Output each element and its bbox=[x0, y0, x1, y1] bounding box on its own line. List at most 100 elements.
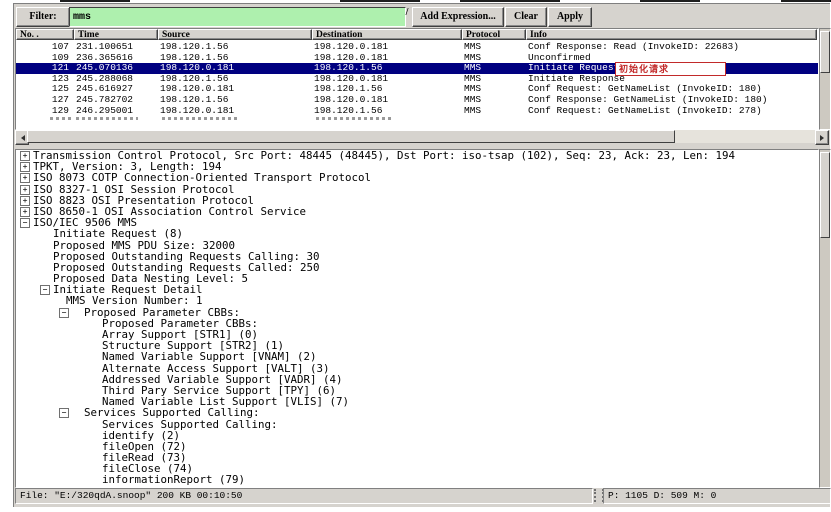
filter-input[interactable] bbox=[69, 7, 406, 27]
protocol-cell: MMS bbox=[462, 95, 526, 106]
protocol-detail-pane: +Transmission Control Protocol, Src Port… bbox=[15, 149, 819, 488]
destination-cell: 198.120.0.181 bbox=[312, 53, 462, 64]
app-window: { "colors": { "selection_bg": "#000080",… bbox=[0, 0, 831, 512]
column-header-source[interactable]: Source bbox=[158, 29, 312, 40]
collapse-minus-icon[interactable]: − bbox=[59, 308, 69, 318]
expand-plus-icon[interactable]: + bbox=[20, 196, 30, 206]
destination-cell: 198.120.0.181 bbox=[312, 95, 462, 106]
column-header-time[interactable]: Time bbox=[74, 29, 158, 40]
protocol-cell: MMS bbox=[462, 74, 526, 85]
no-cell: 123 bbox=[16, 74, 74, 85]
filter-input-field[interactable] bbox=[73, 9, 405, 26]
source-cell: 198.120.0.181 bbox=[158, 63, 312, 74]
packet-row-125[interactable]: 125245.616927198.120.0.181198.120.1.56MM… bbox=[16, 84, 818, 95]
clear-filter-button[interactable]: Clear bbox=[505, 7, 547, 27]
detail-pane-scroll-thumb[interactable] bbox=[820, 152, 830, 238]
status-packet-counters: P: 1105 D: 509 M: 0 bbox=[603, 488, 831, 504]
packet-row-107[interactable]: 107231.100651198.120.1.56198.120.0.181MM… bbox=[16, 42, 818, 53]
column-header-protocol[interactable]: Protocol bbox=[462, 29, 526, 40]
packet-list-rows: 107231.100651198.120.1.56198.120.0.181MM… bbox=[16, 42, 818, 126]
no-cell: 121 bbox=[16, 63, 74, 74]
tree-line[interactable]: − Services Supported Calling: bbox=[16, 407, 818, 418]
protocol-cell: MMS bbox=[462, 42, 526, 53]
tree-line-text: informationReport (79) bbox=[102, 474, 245, 485]
tree-line-text: Initiate Request (8) bbox=[53, 228, 183, 239]
collapse-minus-icon[interactable]: − bbox=[40, 285, 50, 295]
tree-line[interactable]: MMS Version Number: 1 bbox=[16, 295, 818, 306]
packet-row-129[interactable]: 129246.295001198.120.0.181198.120.1.56MM… bbox=[16, 106, 818, 117]
info-cell: Conf Response: GetNameList (InvokeID: 18… bbox=[526, 95, 817, 106]
collapse-minus-icon[interactable]: − bbox=[59, 408, 69, 418]
source-cell: 198.120.0.181 bbox=[158, 84, 312, 95]
source-cell: 198.120.0.181 bbox=[158, 106, 312, 117]
analyzer-window: Filter: / Add Expression... Clear Apply … bbox=[13, 3, 830, 507]
filter-entry-slash-mark: / bbox=[403, 7, 411, 25]
time-cell: 246.295001 bbox=[74, 106, 158, 117]
source-cell: 198.120.1.56 bbox=[158, 53, 312, 64]
protocol-cell: MMS bbox=[462, 106, 526, 117]
column-header-no[interactable]: No. . bbox=[16, 29, 74, 40]
tree-line[interactable]: informationReport (79) bbox=[16, 474, 818, 485]
protocol-cell: MMS bbox=[462, 84, 526, 95]
tree-line[interactable]: Proposed MMS PDU Size: 32000 bbox=[16, 240, 818, 251]
info-cell: Conf Request: GetNameList (InvokeID: 180… bbox=[526, 84, 817, 95]
no-cell: 125 bbox=[16, 84, 74, 95]
filter-button[interactable]: Filter: bbox=[16, 7, 70, 27]
expand-plus-icon[interactable]: + bbox=[20, 173, 30, 183]
source-cell: 198.120.1.56 bbox=[158, 95, 312, 106]
packet-row-127[interactable]: 127245.782702198.120.1.56198.120.0.181MM… bbox=[16, 95, 818, 106]
detail-pane-vertical-scrollbar[interactable] bbox=[819, 149, 831, 488]
time-cell: 245.288068 bbox=[74, 74, 158, 85]
no-cell: 107 bbox=[16, 42, 74, 53]
tree-line-text: Services Supported Calling: bbox=[84, 407, 260, 418]
destination-cell: 198.120.1.56 bbox=[312, 63, 462, 74]
status-bar: File: "E:/320qdA.snoop" 200 KB 00:10:50 … bbox=[14, 488, 830, 504]
tree-line[interactable]: Initiate Request (8) bbox=[16, 228, 818, 239]
window-top-edge-marks bbox=[0, 0, 831, 2]
no-cell: 129 bbox=[16, 106, 74, 117]
expand-plus-icon[interactable]: + bbox=[20, 151, 30, 161]
time-cell: 236.365616 bbox=[74, 53, 158, 64]
filter-toolbar: Filter: / Add Expression... Clear Apply bbox=[14, 4, 830, 27]
info-cell: Conf Response: Read (InvokeID: 22683) bbox=[526, 42, 817, 53]
time-cell: 231.100651 bbox=[74, 42, 158, 53]
info-cell: Conf Request: GetNameList (InvokeID: 278… bbox=[526, 106, 817, 117]
expand-plus-icon[interactable]: + bbox=[20, 162, 30, 172]
destination-cell: 198.120.0.181 bbox=[312, 42, 462, 53]
packet-list-pane: No. .TimeSourceDestinationProtocolInfo 1… bbox=[15, 28, 819, 130]
no-cell: 109 bbox=[16, 53, 74, 64]
scroll-left-icon bbox=[18, 135, 25, 141]
tree-line[interactable]: Named Variable Support [VNAM] (2) bbox=[16, 351, 818, 362]
packet-list-vertical-scrollbar[interactable] bbox=[819, 28, 831, 130]
no-cell: 127 bbox=[16, 95, 74, 106]
horizontal-scroll-thumb[interactable] bbox=[27, 130, 675, 143]
source-cell: 198.120.1.56 bbox=[158, 42, 312, 53]
tree-line-text: MMS Version Number: 1 bbox=[66, 295, 203, 306]
tree-line[interactable]: Services Supported Calling: bbox=[16, 419, 818, 430]
destination-cell: 198.120.0.181 bbox=[312, 74, 462, 85]
horizontal-scrollbar[interactable] bbox=[15, 130, 829, 143]
time-cell: 245.070136 bbox=[74, 63, 158, 74]
packet-list-scroll-thumb[interactable] bbox=[820, 31, 830, 73]
annotation-box: 初始化请求 bbox=[615, 62, 726, 76]
column-header-info[interactable]: Info bbox=[526, 29, 817, 40]
destination-cell: 198.120.1.56 bbox=[312, 106, 462, 117]
time-cell: 245.782702 bbox=[74, 95, 158, 106]
source-cell: 198.120.1.56 bbox=[158, 74, 312, 85]
add-expression-button[interactable]: Add Expression... bbox=[412, 7, 504, 27]
destination-cell: 198.120.1.56 bbox=[312, 84, 462, 95]
tree-line-text: ISO 8073 COTP Connection-Oriented Transp… bbox=[33, 172, 371, 183]
protocol-cell: MMS bbox=[462, 63, 526, 74]
protocol-cell: MMS bbox=[462, 53, 526, 64]
collapse-minus-icon[interactable]: − bbox=[20, 218, 30, 228]
tree-line-text: Named Variable Support [VNAM] (2) bbox=[102, 351, 317, 362]
column-header-destination[interactable]: Destination bbox=[312, 29, 462, 40]
expand-plus-icon[interactable]: + bbox=[20, 207, 30, 217]
time-cell: 245.616927 bbox=[74, 84, 158, 95]
scroll-right-icon bbox=[820, 135, 827, 141]
packet-list-header: No. .TimeSourceDestinationProtocolInfo bbox=[16, 29, 818, 42]
expand-plus-icon[interactable]: + bbox=[20, 185, 30, 195]
apply-filter-button[interactable]: Apply bbox=[548, 7, 592, 27]
packet-row-partial bbox=[16, 116, 818, 126]
tree-line[interactable]: +ISO 8073 COTP Connection-Oriented Trans… bbox=[16, 172, 818, 183]
